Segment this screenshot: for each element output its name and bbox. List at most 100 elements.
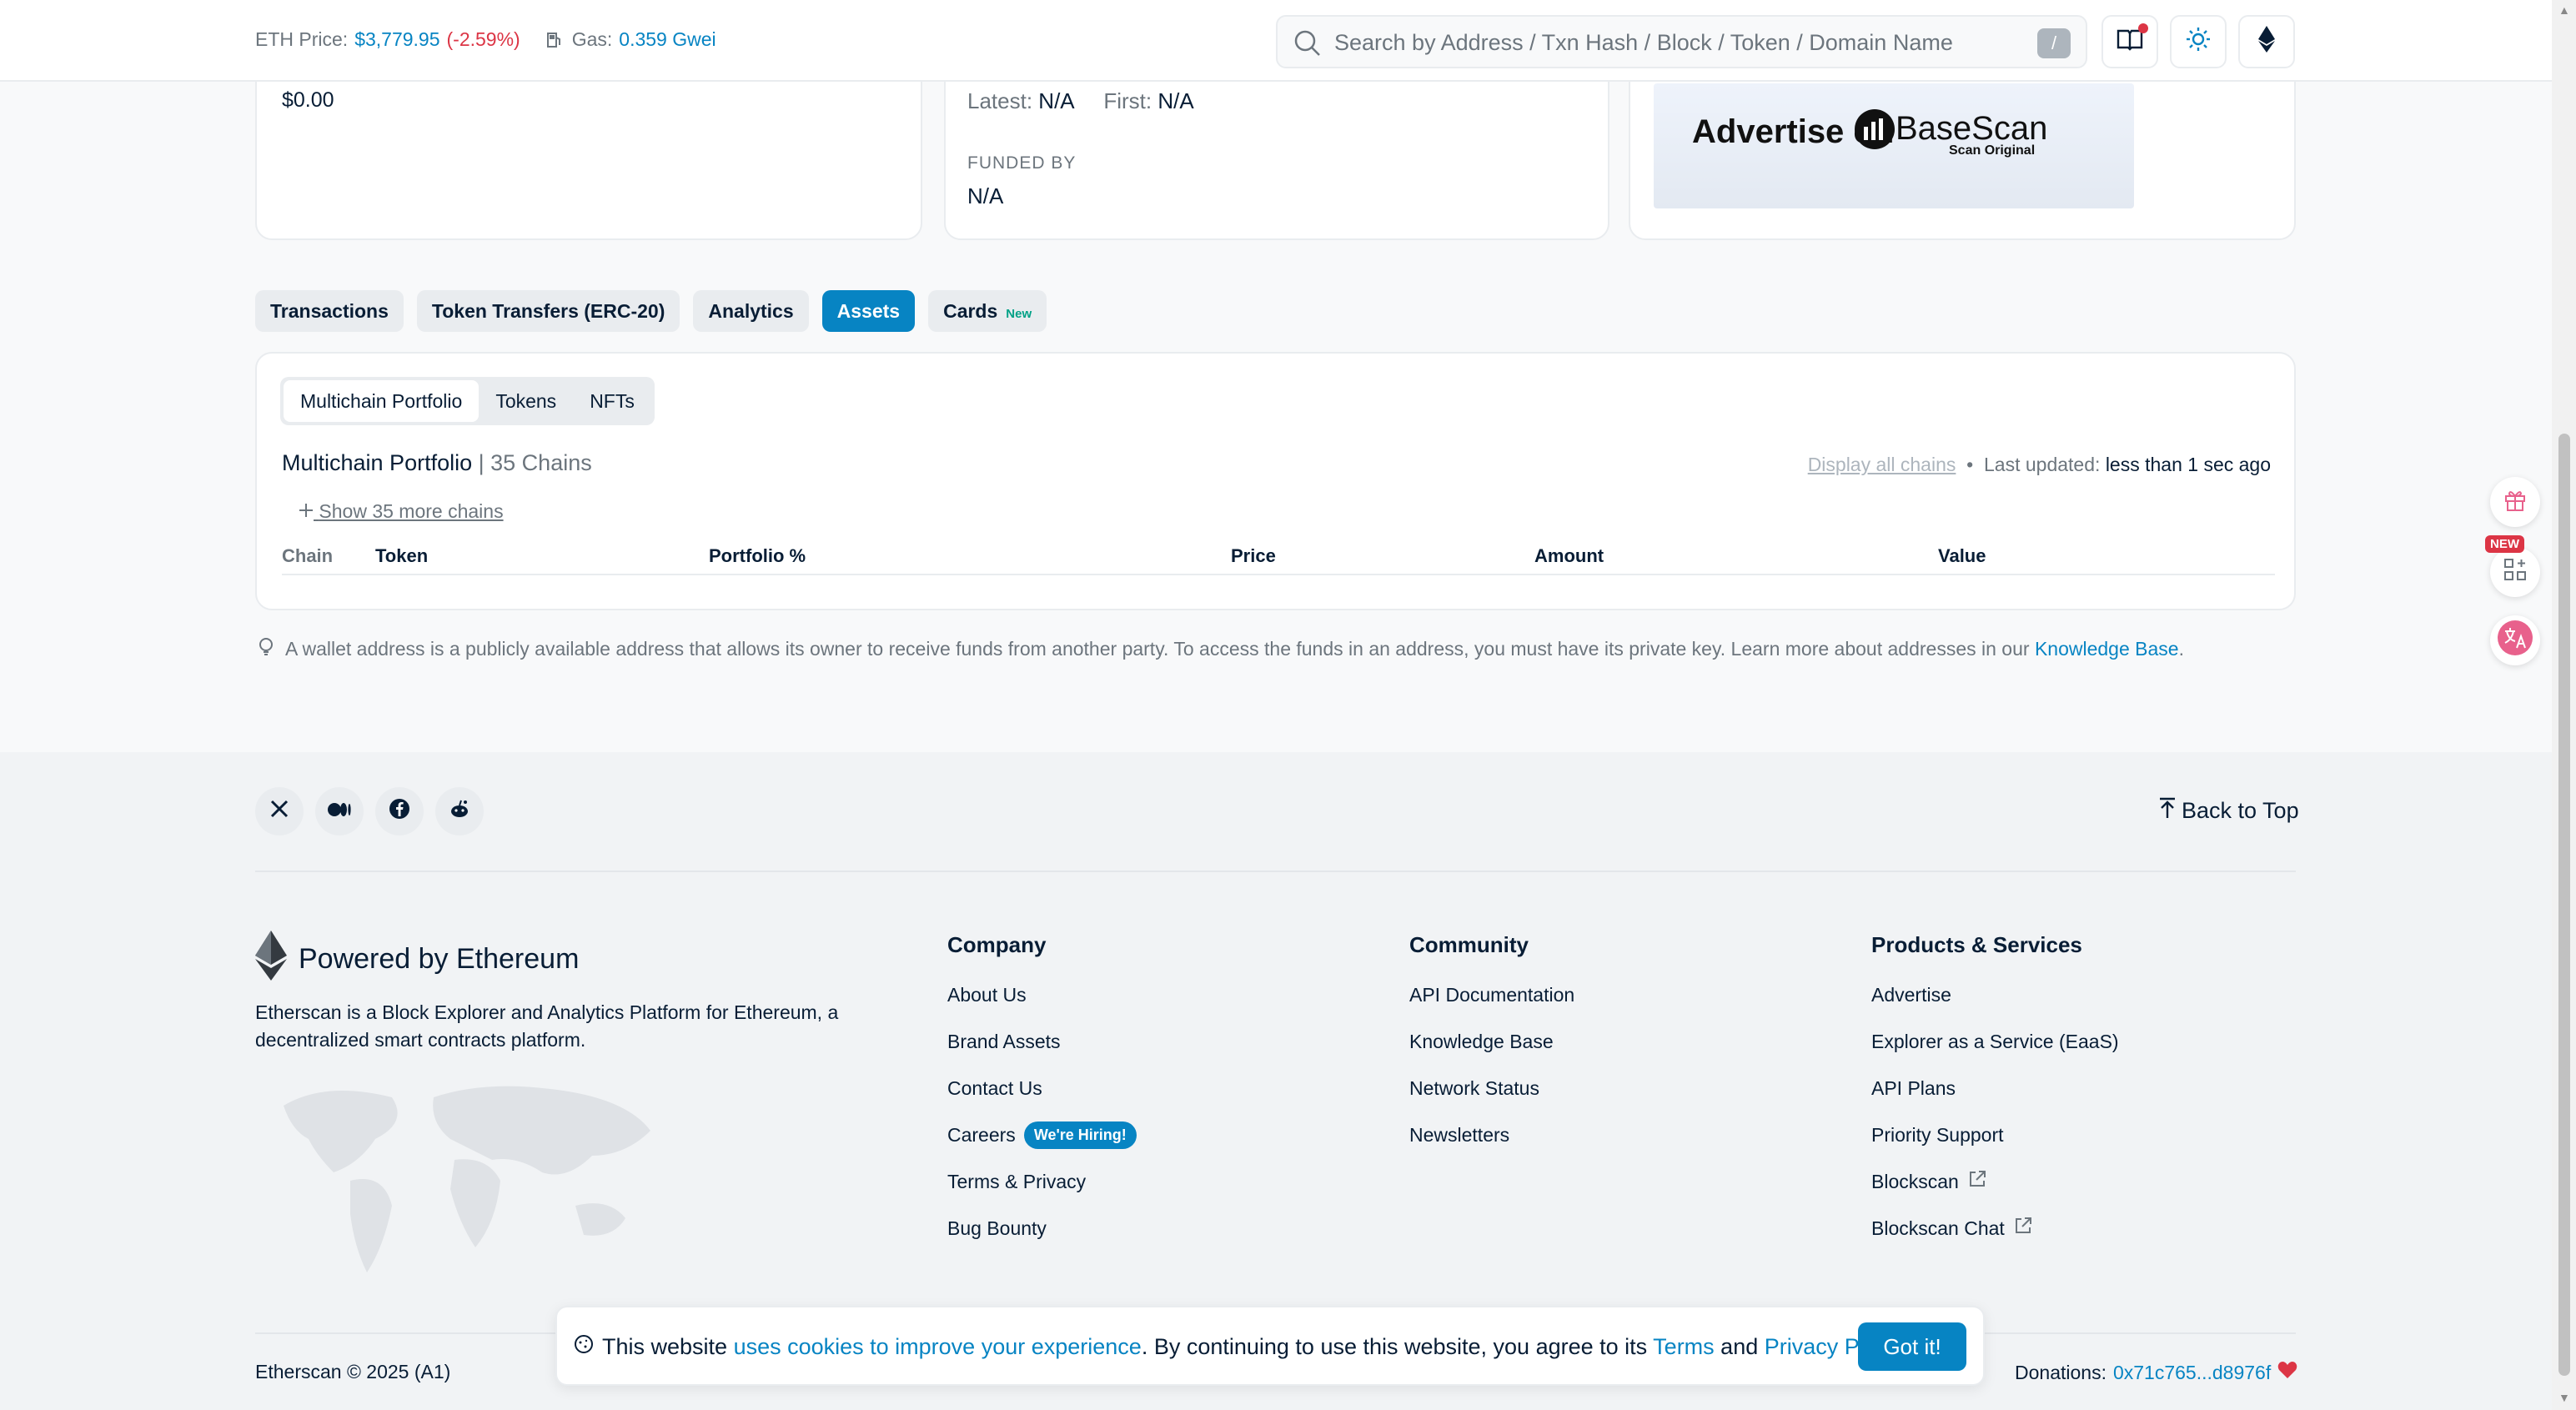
community-heading: Community (1409, 932, 1529, 957)
network-status-link[interactable]: Network Status (1409, 1065, 1574, 1111)
footer-products: Products & Services Advertise Explorer a… (1871, 932, 2119, 1252)
facebook-button[interactable] (375, 787, 424, 835)
top-header: ETH Price: $3,779.95 (-2.59%) Gas: 0.359… (0, 0, 2552, 82)
cookie-policy-link[interactable]: uses cookies to improve your experience (734, 1334, 1142, 1359)
theme-toggle-button[interactable] (2170, 15, 2227, 68)
tab-transactions[interactable]: Transactions (255, 290, 404, 332)
api-plans-link[interactable]: API Plans (1871, 1065, 2119, 1111)
blockscan-link[interactable]: Blockscan (1871, 1158, 2119, 1205)
gas-label: Gas: (571, 28, 613, 50)
reading-list-button[interactable] (2101, 15, 2158, 68)
cookie-text: This website uses cookies to improve you… (574, 1334, 1909, 1360)
first-label: First: (1103, 88, 1152, 113)
tab-token-transfers[interactable]: Token Transfers (ERC-20) (416, 290, 680, 332)
first-value: N/A (1157, 88, 1194, 113)
assets-table-header: Chain Token Portfolio % Price Amount Val… (282, 540, 2275, 575)
footer-description: Etherscan is a Block Explorer and Analyt… (255, 1001, 839, 1051)
x-twitter-icon (270, 800, 289, 824)
cookie-terms-link[interactable]: Terms (1653, 1334, 1715, 1359)
eth-price-change: (-2.59%) (446, 28, 520, 50)
products-heading: Products & Services (1871, 932, 2082, 957)
contact-us-link[interactable]: Contact Us (947, 1065, 1137, 1111)
back-to-top-button[interactable]: Back to Top (2158, 797, 2299, 825)
search-input[interactable]: Search by Address / Txn Hash / Block / T… (1334, 30, 1953, 56)
subtab-multichain-portfolio[interactable]: Multichain Portfolio (284, 380, 480, 422)
funded-by-label: FUNDED BY (967, 153, 1077, 173)
tab-analytics[interactable]: Analytics (693, 290, 809, 332)
medium-icon (328, 800, 351, 823)
search-icon (1293, 28, 1323, 64)
bug-bounty-link[interactable]: Bug Bounty (947, 1205, 1137, 1252)
blockscan-chat-label: Blockscan Chat (1871, 1217, 2005, 1239)
gift-icon (2503, 487, 2528, 518)
search-shortcut-key: / (2037, 28, 2071, 58)
priority-support-link[interactable]: Priority Support (1871, 1111, 2119, 1158)
knowledge-base-link[interactable]: Knowledge Base (2035, 638, 2179, 660)
tab-cards[interactable]: Cards New (928, 290, 1047, 332)
address-info-note: A wallet address is a publicly available… (255, 635, 2184, 662)
world-map-image (275, 1081, 659, 1287)
meta-bullet: • (1966, 454, 1974, 475)
eaas-link[interactable]: Explorer as a Service (EaaS) (1871, 1018, 2119, 1065)
footer-community: Community API Documentation Knowledge Ba… (1409, 932, 1574, 1158)
address-tabs: Transactions Token Transfers (ERC-20) An… (255, 290, 1047, 332)
donations-label: Donations: (2015, 1361, 2106, 1383)
medium-button[interactable] (315, 787, 364, 835)
api-documentation-link[interactable]: API Documentation (1409, 971, 1574, 1018)
col-amount: Amount (1534, 545, 1604, 566)
chain-count: | 35 Chains (478, 450, 592, 475)
display-all-chains-link[interactable]: Display all chains (1808, 454, 1956, 475)
gift-button[interactable] (2490, 477, 2540, 527)
terms-privacy-link[interactable]: Terms & Privacy (947, 1158, 1137, 1205)
about-us-link[interactable]: About Us (947, 971, 1137, 1018)
network-stats: ETH Price: $3,779.95 (-2.59%) Gas: 0.359… (255, 28, 716, 51)
col-value: Value (1938, 545, 1986, 566)
new-feature-tag: NEW (2485, 535, 2524, 553)
brand-assets-link[interactable]: Brand Assets (947, 1018, 1137, 1065)
heart-icon (2277, 1361, 2297, 1384)
cookie-middle: . By continuing to use this website, you… (1141, 1334, 1654, 1359)
portfolio-title: Multichain Portfolio | 35 Chains (282, 450, 592, 476)
copyright: Etherscan © 2025 (A1) (255, 1361, 451, 1382)
scroll-down-arrow-icon[interactable]: ▼ (2558, 1391, 2570, 1404)
x-twitter-button[interactable] (255, 787, 304, 835)
newsletters-link[interactable]: Newsletters (1409, 1111, 1574, 1158)
tab-cards-label: Cards (943, 300, 998, 322)
gas-value-link[interactable]: 0.359 Gwei (619, 28, 716, 51)
scrollbar-thumb[interactable] (2558, 434, 2570, 1376)
advertisement-banner[interactable]: Advertise on BaseScan Scan Original (1654, 83, 2134, 208)
eth-price-label: ETH Price: (255, 28, 349, 50)
cookie-accept-button[interactable]: Got it! (1858, 1322, 1966, 1371)
sun-icon (2186, 27, 2211, 58)
facebook-icon (389, 798, 410, 825)
ad-brand-sub: Scan Original (1949, 143, 2036, 158)
lightbulb-icon (255, 635, 277, 662)
apps-button[interactable] (2490, 547, 2540, 597)
advertise-link[interactable]: Advertise (1871, 971, 2119, 1018)
search-bar[interactable]: Search by Address / Txn Hash / Block / T… (1276, 15, 2087, 68)
translate-button[interactable] (2490, 615, 2540, 665)
cookie-prefix: This website (602, 1334, 734, 1359)
page-scrollbar[interactable]: ▲ ▼ (2552, 0, 2576, 1410)
funded-by-value: N/A (967, 183, 1004, 208)
asset-subtabs: Multichain Portfolio Tokens NFTs (280, 377, 655, 425)
powered-by-text: Powered by Ethereum (299, 943, 580, 975)
blockscan-chat-link[interactable]: Blockscan Chat (1871, 1205, 2119, 1252)
ethereum-icon (2258, 25, 2275, 58)
knowledge-base-footer-link[interactable]: Knowledge Base (1409, 1018, 1574, 1065)
eth-price-link[interactable]: $3,779.95 (354, 28, 439, 51)
ethereum-logo-icon (255, 931, 287, 988)
subtab-nfts[interactable]: NFTs (573, 380, 651, 422)
subtab-tokens[interactable]: Tokens (479, 380, 573, 422)
reddit-button[interactable] (435, 787, 484, 835)
translate-icon (2497, 620, 2533, 662)
assets-panel: Multichain Portfolio Tokens NFTs Multich… (255, 352, 2296, 610)
network-switch-button[interactable] (2238, 15, 2295, 68)
portfolio-meta: Display all chains • Last updated: less … (1808, 454, 2271, 476)
careers-link[interactable]: Careers We're Hiring! (947, 1111, 1137, 1158)
scroll-up-arrow-icon[interactable]: ▲ (2558, 3, 2570, 17)
tab-assets[interactable]: Assets (821, 290, 916, 332)
donations-address-link[interactable]: 0x71c765...d8976f (2113, 1362, 2271, 1384)
latest-value: N/A (1038, 88, 1074, 113)
show-more-chains-button[interactable]: Show 35 more chains (299, 500, 504, 523)
